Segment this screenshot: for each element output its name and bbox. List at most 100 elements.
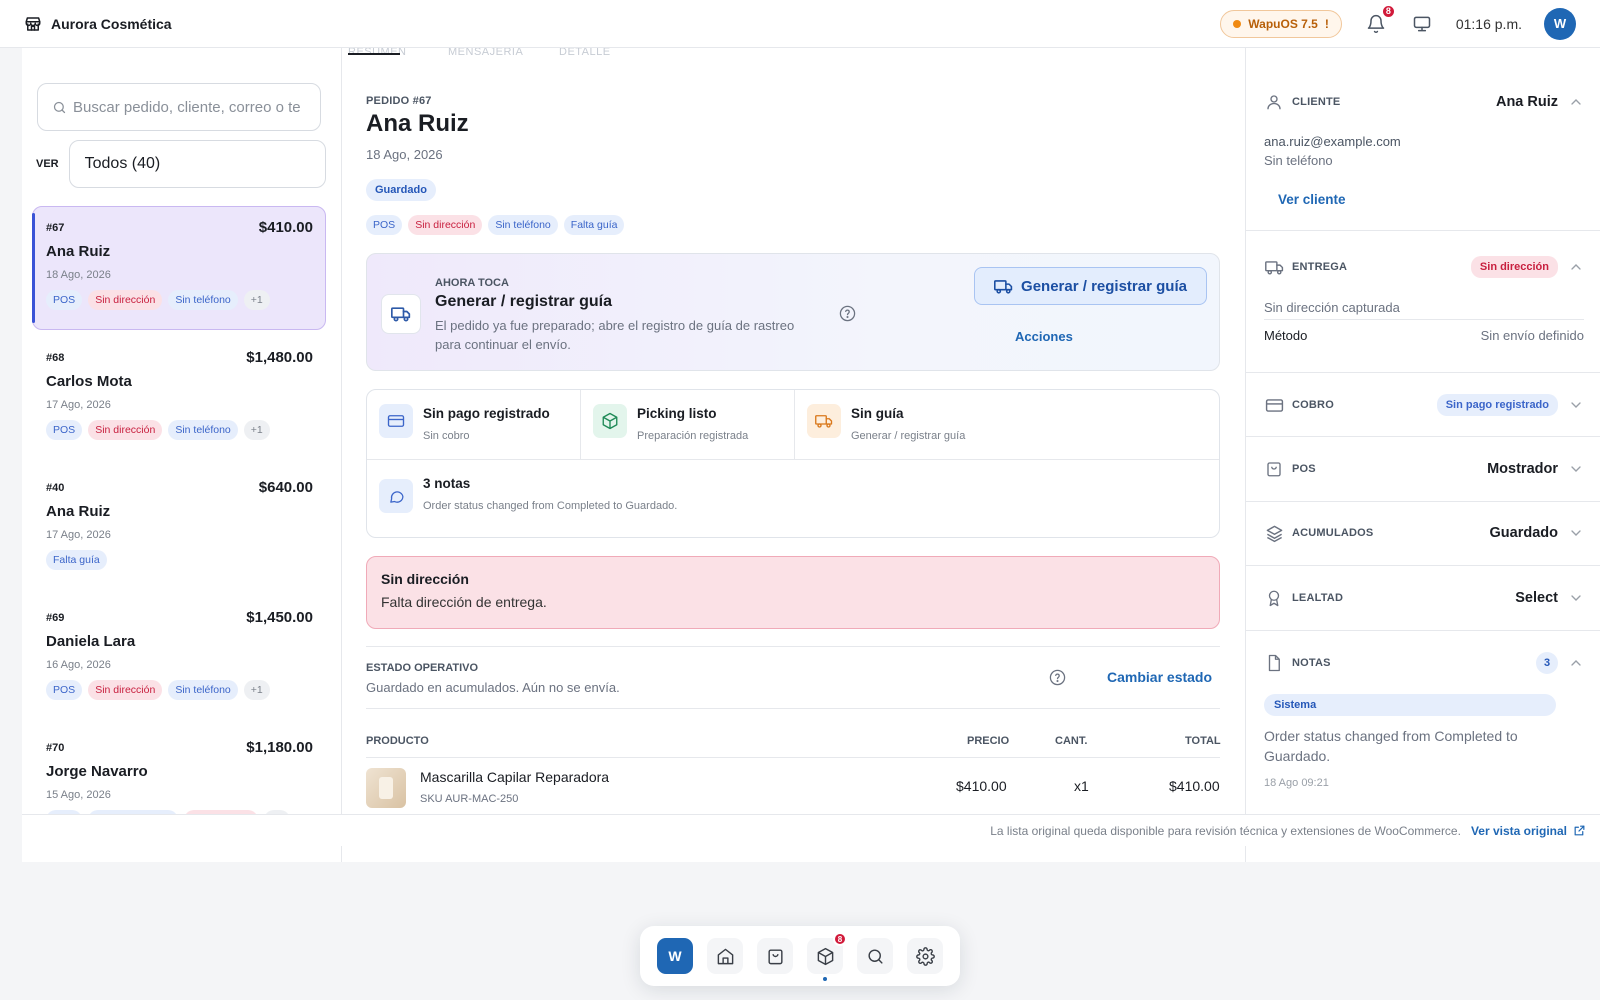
dock-app-button[interactable]: W bbox=[657, 938, 693, 974]
filter-label: VER bbox=[36, 158, 59, 170]
chevron-up-icon bbox=[1568, 655, 1584, 671]
section-cliente-header[interactable]: CLIENTE Ana Ruiz bbox=[1264, 92, 1584, 112]
step-payment[interactable]: Sin pago registrado Sin cobro bbox=[367, 390, 581, 459]
step-picking-title: Picking listo bbox=[637, 406, 717, 421]
order-customer-name: Carlos Mota bbox=[46, 373, 132, 390]
filter-select[interactable]: Todos (40) bbox=[68, 140, 326, 188]
view-customer-link[interactable]: Ver cliente bbox=[1278, 192, 1346, 207]
next-action-eyebrow: AHORA TOCA bbox=[435, 277, 509, 289]
delivery-address: Sin dirección capturada bbox=[1264, 300, 1400, 315]
order-customer-title: Ana Ruiz bbox=[366, 110, 469, 137]
tab-mensajeria[interactable]: MENSAJERÍA bbox=[448, 48, 523, 58]
next-action-description: El pedido ya fue preparado; abre el regi… bbox=[435, 318, 795, 352]
order-customer-name: Jorge Navarro bbox=[46, 763, 148, 780]
section-entrega: ENTREGA Sin dirección Sin dirección capt… bbox=[1246, 231, 1600, 373]
operational-status-description: Guardado en acumulados. Aún no se envía. bbox=[366, 680, 620, 695]
product-sku: SKU AUR-MAC-250 bbox=[420, 793, 519, 805]
customer-email: ana.ruiz@example.com bbox=[1264, 134, 1401, 149]
order-tag: Sin dirección bbox=[88, 420, 163, 440]
alert-description: Falta dirección de entrega. bbox=[381, 594, 547, 610]
section-entrega-header[interactable]: ENTREGA Sin dirección bbox=[1264, 256, 1584, 278]
display-button[interactable] bbox=[1410, 12, 1434, 36]
order-tag: Sin dirección bbox=[88, 680, 163, 700]
dock-settings-button[interactable] bbox=[907, 938, 943, 974]
search-input[interactable] bbox=[73, 98, 303, 116]
change-status-button[interactable]: Cambiar estado bbox=[1107, 669, 1212, 685]
order-tag: Sin teléfono bbox=[168, 680, 238, 700]
dock-store-button[interactable] bbox=[757, 938, 793, 974]
order-search[interactable] bbox=[37, 83, 321, 131]
step-payment-title: Sin pago registrado bbox=[423, 406, 550, 421]
step-notes-subtitle: Order status changed from Completed to G… bbox=[423, 500, 678, 512]
notifications-button[interactable]: 8 bbox=[1364, 3, 1396, 36]
dock-home-button[interactable] bbox=[707, 938, 743, 974]
shopping-bag-icon bbox=[766, 947, 785, 966]
help-icon[interactable] bbox=[839, 305, 856, 322]
order-tag: +1 bbox=[243, 420, 270, 440]
order-card-header: #69 $1,450.00 bbox=[46, 609, 313, 626]
layers-icon bbox=[1264, 523, 1284, 543]
store-brand[interactable]: Aurora Cosmética bbox=[24, 15, 172, 33]
gear-icon bbox=[915, 946, 935, 966]
order-number: #67 bbox=[46, 221, 65, 234]
app-dock: W 8 bbox=[640, 926, 960, 986]
step-shipping-title: Sin guía bbox=[851, 406, 904, 421]
credit-card-icon bbox=[379, 404, 413, 438]
actions-link[interactable]: Acciones bbox=[1015, 329, 1073, 344]
step-shipping[interactable]: Sin guía Generar / registrar guía bbox=[795, 390, 1095, 459]
product-thumbnail[interactable] bbox=[366, 768, 406, 808]
order-date: 16 Ago, 2026 bbox=[46, 659, 111, 671]
active-indicator bbox=[823, 977, 827, 981]
shopping-bag-icon bbox=[1264, 459, 1284, 479]
generate-guide-button[interactable]: Generar / registrar guía bbox=[974, 267, 1207, 305]
order-card[interactable]: #69 $1,450.00 Daniela Lara 16 Ago, 2026 POS S… bbox=[32, 596, 326, 720]
section-cobro-label: COBRO bbox=[1292, 399, 1334, 411]
order-customer-name: Ana Ruiz bbox=[46, 503, 111, 520]
note-text: Order status changed from Completed to G… bbox=[1264, 728, 1518, 764]
step-notes[interactable]: 3 notas Order status changed from Comple… bbox=[367, 460, 967, 529]
active-tab-indicator bbox=[348, 53, 400, 55]
original-view-link[interactable]: Ver vista original bbox=[1471, 824, 1586, 838]
section-pos: POS Mostrador bbox=[1246, 437, 1600, 502]
delivery-method-value: Sin envío definido bbox=[1480, 328, 1584, 343]
dock-search-button[interactable] bbox=[857, 938, 893, 974]
section-notas-label: NOTAS bbox=[1292, 657, 1331, 669]
version-warning: ! bbox=[1324, 16, 1329, 31]
product-name[interactable]: Mascarilla Capilar Reparadora bbox=[420, 769, 609, 785]
order-status-badge: Guardado bbox=[366, 179, 436, 201]
note-timestamp: 18 Ago 09:21 bbox=[1264, 777, 1329, 789]
order-card[interactable]: #40 $640.00 Ana Ruiz 17 Ago, 2026 Falta guía bbox=[32, 466, 326, 590]
truck-icon bbox=[994, 277, 1013, 296]
truck-icon bbox=[381, 294, 421, 334]
step-notes-title: 3 notas bbox=[423, 476, 471, 491]
order-date: 15 Ago, 2026 bbox=[46, 789, 111, 801]
tab-detalle[interactable]: DETALLE bbox=[559, 48, 611, 58]
dock-orders-button[interactable]: 8 bbox=[807, 932, 847, 981]
product-qty: x1 bbox=[1074, 778, 1089, 794]
section-cobro-header[interactable]: COBRO Sin pago registrado bbox=[1264, 394, 1584, 416]
step-picking[interactable]: Picking listo Preparación registrada bbox=[581, 390, 795, 459]
credit-card-icon bbox=[1264, 395, 1284, 415]
version-pill[interactable]: WapuOS 7.5 ! bbox=[1220, 9, 1342, 38]
section-acumulados-value: Guardado bbox=[1489, 525, 1558, 541]
orders-badge: 8 bbox=[833, 932, 847, 946]
help-icon[interactable] bbox=[1049, 669, 1066, 686]
order-tags: POS Sin dirección Sin teléfono Falta guía bbox=[366, 215, 625, 235]
product-price: $410.00 bbox=[956, 778, 1007, 794]
order-card[interactable]: #67 $410.00 Ana Ruiz 18 Ago, 2026 POS Sin dir… bbox=[32, 206, 326, 330]
order-date: 18 Ago, 2026 bbox=[46, 269, 111, 281]
user-avatar[interactable]: W bbox=[1544, 7, 1576, 40]
order-card[interactable]: #68 $1,480.00 Carlos Mota 17 Ago, 2026 POS Si… bbox=[32, 336, 326, 460]
section-cliente-value: Ana Ruiz bbox=[1495, 94, 1558, 110]
section-pos-header[interactable]: POS Mostrador bbox=[1264, 459, 1584, 479]
section-lealtad-header[interactable]: LEALTAD Select bbox=[1264, 588, 1584, 608]
step-picking-subtitle: Preparación registrada bbox=[637, 430, 749, 442]
section-acumulados-header[interactable]: ACUMULADOS Guardado bbox=[1264, 523, 1584, 543]
section-cobro: COBRO Sin pago registrado bbox=[1246, 373, 1600, 437]
order-tags: Falta guía bbox=[46, 550, 313, 570]
section-acumulados-label: ACUMULADOS bbox=[1292, 527, 1374, 539]
section-notas-header[interactable]: NOTAS 3 bbox=[1264, 652, 1584, 674]
section-cliente: CLIENTE Ana Ruiz ana.ruiz@example.com Si… bbox=[1246, 48, 1600, 231]
order-tag: POS bbox=[46, 680, 83, 700]
order-number: #68 bbox=[46, 351, 65, 364]
